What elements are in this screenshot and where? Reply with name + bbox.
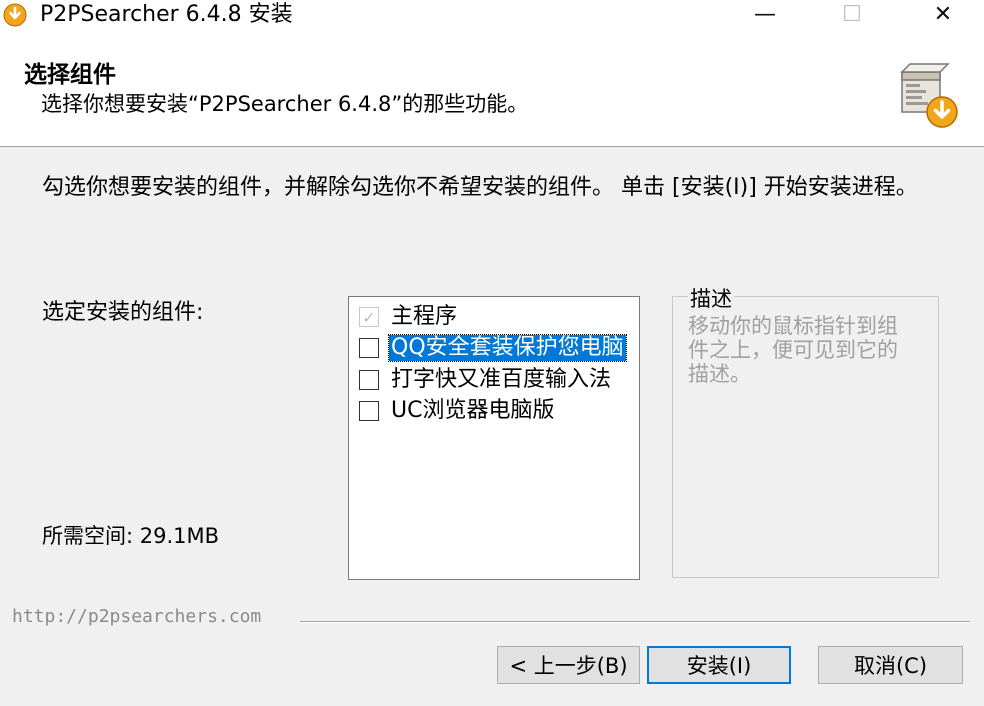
back-button[interactable]: < 上一步(B) — [497, 646, 640, 684]
window-title: P2PSearcher 6.4.8 安装 — [40, 2, 293, 27]
install-button[interactable]: 安装(I) — [647, 646, 791, 684]
intro-text: 勾选你想要安装的组件，并解除勾选你不希望安装的组件。 单击 [安装(I)] 开始… — [42, 175, 918, 200]
cancel-button[interactable]: 取消(C) — [818, 646, 963, 684]
close-button[interactable]: ✕ — [920, 0, 966, 30]
checkbox-baidu-input[interactable] — [359, 370, 379, 390]
component-item[interactable]: ✓ 主程序 — [359, 303, 459, 331]
component-item[interactable]: 打字快又准百度输入法 — [359, 366, 613, 394]
description-text: 移动你的鼠标指针到组件之上，便可见到它的描述。 — [688, 314, 898, 386]
component-label[interactable]: 打字快又准百度输入法 — [389, 367, 613, 393]
footer-divider — [300, 621, 970, 623]
components-list[interactable]: ✓ 主程序 QQ安全套装保护您电脑 打字快又准百度输入法 UC浏览器电脑版 — [348, 296, 640, 580]
component-item[interactable]: UC浏览器电脑版 — [359, 397, 556, 425]
checkbox-uc-browser[interactable] — [359, 401, 379, 421]
installer-box-icon — [900, 63, 958, 128]
minimize-button[interactable]: — — [742, 0, 788, 30]
checkbox-main-program: ✓ — [359, 307, 379, 327]
download-arrow-icon — [3, 3, 27, 27]
checkbox-qq-security[interactable] — [359, 338, 379, 358]
component-label[interactable]: QQ安全套装保护您电脑 — [388, 334, 627, 362]
space-required-label: 所需空间: 29.1MB — [42, 524, 220, 548]
page-header: 选择组件 选择你想要安装“P2PSearcher 6.4.8”的那些功能。 — [0, 30, 984, 147]
description-title: 描述 — [688, 283, 734, 313]
page-title: 选择组件 — [24, 62, 116, 88]
title-bar: P2PSearcher 6.4.8 安装 — ☐ ✕ — [0, 0, 984, 30]
component-item[interactable]: QQ安全套装保护您电脑 — [359, 334, 627, 362]
component-label[interactable]: UC浏览器电脑版 — [389, 398, 556, 424]
components-label: 选定安装的组件: — [42, 300, 204, 325]
checkmark-icon: ✓ — [362, 307, 376, 327]
footer-url: http://p2psearchers.com — [12, 606, 262, 627]
page-subtitle: 选择你想要安装“P2PSearcher 6.4.8”的那些功能。 — [41, 92, 529, 116]
maximize-button: ☐ — [842, 2, 862, 27]
component-label: 主程序 — [391, 304, 458, 329]
